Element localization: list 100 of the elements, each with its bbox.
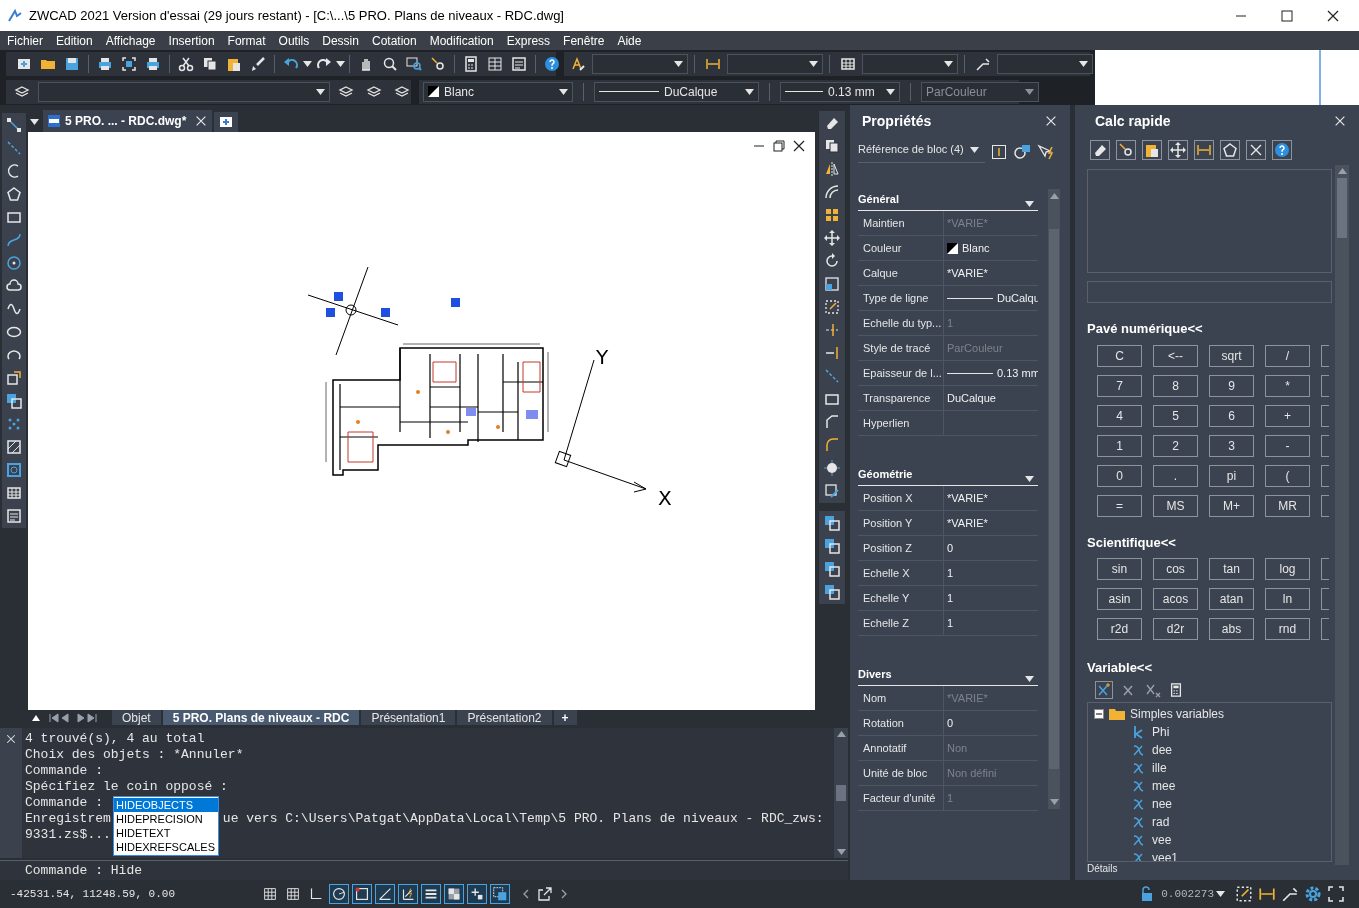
ellipse-icon[interactable] [6, 324, 22, 340]
command-input[interactable]: Commande : Hide [25, 860, 143, 881]
table-icon[interactable] [840, 55, 856, 72]
calculator-icon[interactable] [1169, 682, 1183, 697]
calculator-key[interactable]: ( [1265, 464, 1310, 487]
calculator-key[interactable]: cos [1153, 558, 1198, 580]
quick-select-icon[interactable] [1036, 144, 1055, 160]
menu-item[interactable]: Modification [429, 34, 494, 47]
scissors-icon[interactable] [178, 55, 194, 72]
calculator-key[interactable]: 0 [1097, 464, 1142, 487]
calculator-key[interactable]: r2d [1097, 618, 1142, 640]
layout-tab[interactable]: Présentation1 [361, 710, 456, 725]
tree-item[interactable]: dee [1152, 740, 1173, 759]
selected-blocks-drawing[interactable] [307, 266, 460, 356]
corner-icon[interactable] [823, 414, 840, 430]
maximize-icon[interactable] [1279, 7, 1295, 24]
text-style-icon[interactable] [570, 55, 586, 72]
close-icon[interactable] [1246, 140, 1266, 160]
osnap-icon[interactable] [352, 884, 372, 904]
calculator-key[interactable] [1321, 404, 1329, 427]
calculator-key[interactable] [1321, 374, 1329, 397]
spline-icon[interactable] [6, 301, 22, 317]
overlap-icon[interactable] [6, 393, 22, 409]
calculator-key[interactable]: ln [1265, 588, 1310, 610]
scrollbar[interactable] [1335, 165, 1349, 865]
layout-tab[interactable]: Présentation2 [457, 710, 552, 725]
autocomplete-item[interactable]: HIDEXREFSCALES [114, 840, 218, 854]
preview-icon[interactable] [121, 55, 137, 72]
polar-icon[interactable] [329, 884, 349, 904]
block-icon[interactable] [6, 370, 22, 386]
selection-cycling-icon[interactable] [490, 884, 510, 904]
selection-dropdown[interactable]: Référence de bloc (4) [858, 141, 985, 163]
dashed-line-icon[interactable] [823, 368, 840, 384]
overlap-icon[interactable] [823, 584, 840, 600]
layout-tab[interactable]: 5 PRO. Plans de niveaux - RDC [162, 710, 360, 725]
note-icon[interactable] [6, 508, 22, 524]
copy-icon[interactable] [823, 138, 840, 154]
fullscreen-icon[interactable] [1327, 885, 1345, 903]
calculator-key[interactable]: C [1097, 344, 1142, 367]
calculator-key[interactable] [1321, 434, 1329, 457]
menu-item[interactable]: Fichier [7, 34, 43, 47]
rotate-icon[interactable] [823, 253, 840, 269]
calculator-key[interactable]: d2r [1153, 618, 1198, 640]
dimension-icon[interactable] [1194, 140, 1214, 160]
section-header[interactable]: Divers [858, 664, 1038, 686]
new-tab-button[interactable] [214, 112, 239, 132]
document-tab[interactable]: 5 PRO. ... - RDC.dwg* [43, 110, 213, 132]
calculator-key[interactable]: . [1153, 464, 1198, 487]
add-layout-button[interactable]: + [553, 710, 577, 725]
overlap-icon[interactable] [823, 515, 840, 531]
scrollbar-thumb[interactable] [1337, 178, 1347, 238]
stretch-icon[interactable] [823, 299, 840, 315]
close-icon[interactable] [1044, 114, 1058, 128]
linetype-dropdown[interactable]: DuCalque [594, 81, 759, 102]
scrollbar-thumb[interactable] [1049, 229, 1059, 769]
overlap-icon[interactable] [823, 538, 840, 554]
calculator-key[interactable]: rnd [1265, 618, 1310, 640]
explode-icon[interactable] [823, 460, 840, 476]
help-icon[interactable] [544, 55, 560, 72]
dimension-icon[interactable] [1258, 885, 1276, 903]
calculator-key[interactable]: sin [1097, 558, 1142, 580]
details-label[interactable]: Détails [1087, 862, 1332, 874]
offset-icon[interactable] [823, 184, 840, 200]
calculator-key[interactable]: 4 [1097, 404, 1142, 427]
trim-icon[interactable] [823, 322, 840, 338]
collapse-icon[interactable] [1094, 708, 1104, 719]
leader-icon[interactable] [1281, 885, 1299, 903]
menu-item[interactable]: Fenêtre [563, 34, 605, 47]
menu-item[interactable]: Cotation [371, 34, 417, 47]
table-icon[interactable] [6, 485, 22, 501]
eraser-icon[interactable] [1090, 140, 1110, 160]
annotation-scale[interactable]: 0.002273 [1161, 885, 1214, 903]
overlap-icon[interactable] [823, 561, 840, 577]
menu-item[interactable]: Outils [278, 34, 310, 47]
move-icon[interactable] [1168, 140, 1188, 160]
restore-icon[interactable] [771, 138, 787, 154]
menu-item[interactable]: Edition [56, 34, 93, 47]
calculator-key[interactable]: * [1265, 374, 1310, 397]
calculator-key[interactable] [1321, 344, 1329, 367]
autocomplete-item[interactable]: HIDEPRECISION [114, 812, 218, 826]
calculator-key[interactable]: = [1097, 494, 1142, 517]
tree-item[interactable]: rad [1152, 812, 1170, 831]
calculator-key[interactable]: atan [1209, 588, 1254, 610]
help-icon[interactable] [1272, 140, 1292, 160]
menu-item[interactable]: Express [506, 34, 551, 47]
calculator-key[interactable]: - [1265, 434, 1310, 457]
chevron-left-icon[interactable] [521, 888, 531, 900]
scrollbar[interactable] [834, 728, 848, 858]
fillet-icon[interactable] [823, 437, 840, 453]
curve-icon[interactable] [6, 232, 22, 248]
pickadd-icon[interactable] [990, 144, 1007, 160]
rectangle-icon[interactable] [823, 391, 840, 407]
menu-item[interactable]: Insertion [168, 34, 215, 47]
calculator-key[interactable]: 1 [1097, 434, 1142, 457]
transparency-icon[interactable] [444, 884, 464, 904]
mirror-icon[interactable] [823, 161, 840, 177]
circle-icon[interactable] [6, 255, 22, 271]
calculator-key[interactable] [1321, 588, 1329, 610]
calculator-key[interactable]: MS [1153, 494, 1198, 517]
lineweight-dropdown[interactable]: 0.13 mm [780, 81, 900, 102]
